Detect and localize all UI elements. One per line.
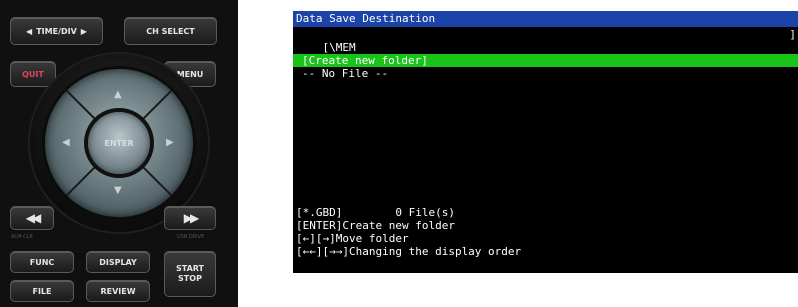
rewind-icon: ◀◀ <box>25 211 42 225</box>
no-file-item: -- No File -- <box>302 67 389 80</box>
quit-key[interactable]: QUIT <box>10 61 56 87</box>
review-key[interactable]: REVIEW <box>86 280 150 302</box>
ch-select-key[interactable]: CH SELECT <box>124 17 217 45</box>
device-keypad: ◀ TIME/DIV ▶ CH SELECT QUIT MENU ▲ ▼ ◀ ▶… <box>0 0 238 307</box>
path-text: [\MEM <box>322 41 356 54</box>
usb-drive-label: USB DRIVE <box>177 234 205 240</box>
rewind-key[interactable]: ◀◀ <box>10 206 54 230</box>
left-arrow-icon: ◀ <box>26 26 33 36</box>
time-div-key[interactable]: ◀ TIME/DIV ▶ <box>10 17 103 45</box>
display-key[interactable]: DISPLAY <box>86 251 150 273</box>
up-arrow-icon[interactable]: ▲ <box>114 90 122 100</box>
status-panel: [*.GBD] 0 File(s) [ENTER]Create new fold… <box>293 206 798 258</box>
fast-forward-key[interactable]: ▶▶ <box>164 206 216 230</box>
enter-hint-line: [ENTER]Create new folder <box>296 219 455 232</box>
file-count-line: [*.GBD] 0 File(s) <box>296 206 455 219</box>
path-end-bracket: ] <box>789 28 796 41</box>
fast-forward-icon: ▶▶ <box>183 211 200 225</box>
right-arrow-icon[interactable]: ▶ <box>166 138 174 148</box>
screen-title: Data Save Destination <box>293 11 798 27</box>
current-path: [\MEM ] <box>293 28 798 54</box>
func-key[interactable]: FUNC <box>10 251 74 273</box>
folder-list: [Create new folder] -- No File -- <box>293 54 798 80</box>
create-new-folder-item[interactable]: [Create new folder] <box>293 54 798 67</box>
move-folder-hint-line: [←][→]Move folder <box>296 232 409 245</box>
start-stop-key[interactable]: START STOP <box>164 251 216 297</box>
right-arrow-icon: ▶ <box>80 26 87 36</box>
lcd-screen: Data Save Destination [\MEM ] [Create ne… <box>293 11 798 273</box>
alm-clr-label: ALM CLR <box>11 234 33 240</box>
down-arrow-icon[interactable]: ▼ <box>114 186 122 196</box>
enter-key[interactable]: ENTER <box>88 112 150 174</box>
file-key[interactable]: FILE <box>10 280 74 302</box>
display-order-hint-line: [←←][→→]Changing the display order <box>296 245 522 258</box>
left-arrow-icon[interactable]: ◀ <box>62 138 70 148</box>
